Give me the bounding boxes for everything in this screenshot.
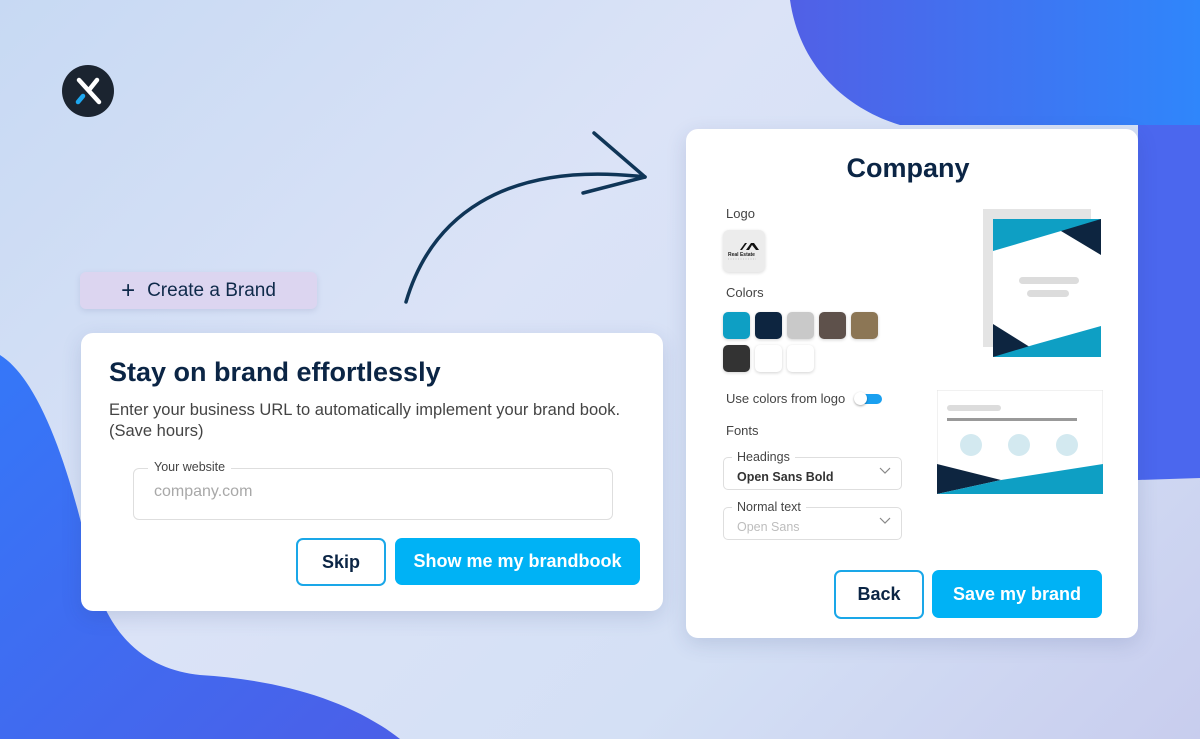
preview-line — [1019, 277, 1079, 284]
intro-description: Enter your business URL to automatically… — [109, 401, 621, 440]
normal-text-font-select[interactable]: Normal text Open Sans — [723, 500, 902, 540]
color-swatch[interactable] — [787, 312, 814, 339]
brand-logo-thumbnail[interactable]: Real Estate — [723, 230, 765, 272]
normal-text-select-value: Open Sans — [737, 520, 800, 534]
color-swatch[interactable] — [723, 345, 750, 372]
website-field[interactable]: Your website — [133, 460, 613, 520]
color-swatch[interactable] — [787, 345, 814, 372]
preview-line — [1027, 290, 1069, 297]
colors-label: Colors — [726, 285, 764, 300]
use-logo-colors-toggle[interactable] — [854, 392, 882, 405]
right-blob — [1138, 125, 1200, 480]
logo-label: Logo — [726, 206, 755, 221]
color-swatch[interactable] — [755, 312, 782, 339]
preview-circle — [1008, 434, 1030, 456]
website-input[interactable] — [154, 483, 594, 501]
save-brand-button[interactable]: Save my brand — [932, 570, 1102, 618]
color-swatch[interactable] — [851, 312, 878, 339]
app-logo[interactable] — [62, 65, 114, 117]
skip-button[interactable]: Skip — [296, 538, 386, 586]
close-x-logo-icon — [75, 77, 102, 105]
use-logo-colors-label: Use colors from logo — [726, 391, 846, 406]
portrait-brand-preview — [983, 209, 1101, 357]
headings-select-label: Headings — [732, 450, 795, 464]
fonts-label: Fonts — [726, 423, 759, 438]
real-estate-logo-icon: Real Estate — [728, 243, 759, 260]
color-swatch[interactable] — [819, 312, 846, 339]
preview-rule — [947, 418, 1077, 421]
toggle-knob — [854, 392, 867, 405]
preview-circle — [960, 434, 982, 456]
create-brand-button[interactable]: + Create a Brand — [80, 272, 317, 309]
intro-card: Stay on brand effortlessly Enter your bu… — [81, 333, 663, 611]
normal-text-select-label: Normal text — [732, 500, 806, 514]
create-brand-label: Create a Brand — [147, 279, 276, 301]
preview-line — [947, 405, 1001, 411]
brand-card: Company Logo Real Estate Colors Use colo… — [686, 129, 1138, 638]
intro-title: Stay on brand effortlessly — [109, 357, 441, 387]
color-swatch[interactable] — [755, 345, 782, 372]
top-right-blob — [790, 0, 1200, 125]
brand-card-title: Company — [846, 153, 970, 183]
headings-font-select[interactable]: Headings Open Sans Bold — [723, 450, 902, 490]
logo-text: Real Estate — [728, 252, 755, 258]
plus-icon: + — [121, 276, 136, 304]
headings-select-value: Open Sans Bold — [737, 470, 834, 484]
color-swatch[interactable] — [723, 312, 750, 339]
landscape-brand-preview — [937, 390, 1103, 494]
website-field-label: Your website — [148, 460, 232, 474]
back-button[interactable]: Back — [834, 570, 924, 619]
show-brandbook-button[interactable]: Show me my brandbook — [395, 538, 640, 585]
preview-circle — [1056, 434, 1078, 456]
chevron-down-icon — [879, 517, 891, 524]
chevron-down-icon — [879, 467, 891, 474]
